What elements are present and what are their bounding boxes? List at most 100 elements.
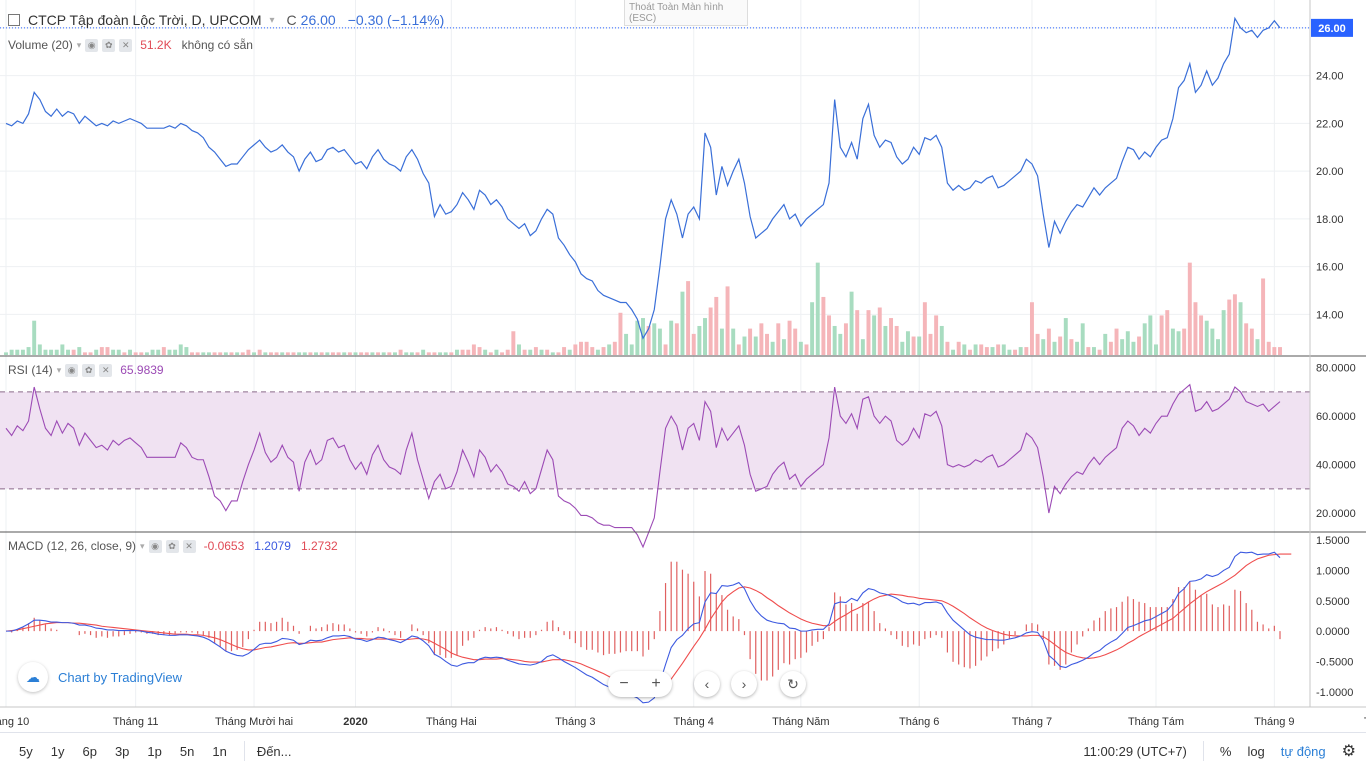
divider (1202, 741, 1204, 761)
minus-icon[interactable]: − (619, 675, 628, 693)
symbol-title[interactable]: CTCP Tập đoàn Lộc Trời, D, UPCOM (28, 12, 262, 28)
volume-bar (347, 352, 352, 355)
volume-bar (905, 331, 910, 355)
volume-bar (94, 349, 99, 355)
range-5y[interactable]: 5y (16, 742, 36, 761)
auto-scale-toggle[interactable]: tự động (1281, 744, 1326, 759)
close-icon[interactable]: ✕ (119, 38, 133, 52)
eye-icon[interactable]: ◉ (85, 38, 99, 52)
volume-bar (1120, 339, 1125, 355)
volume-bar (252, 352, 257, 355)
volume-bar (686, 281, 691, 355)
volume-bar (663, 344, 668, 355)
volume-bar (629, 344, 634, 355)
collapse-icon[interactable] (8, 14, 20, 26)
log-toggle[interactable]: log (1247, 744, 1264, 759)
x-tick-label: Tháng 7 (1012, 716, 1052, 728)
volume-bar (889, 318, 894, 355)
volume-bar (1165, 310, 1170, 355)
eye-icon[interactable]: ◉ (148, 539, 162, 553)
volume-bar (1232, 294, 1237, 355)
volume-bar (708, 307, 713, 355)
volume-bar (392, 352, 397, 355)
range-6m[interactable]: 6p (79, 742, 99, 761)
dropdown-icon[interactable]: ▾ (57, 365, 62, 376)
range-1d[interactable]: 1n (209, 742, 229, 761)
volume-bar (1131, 341, 1136, 355)
rsi-label[interactable]: RSI (14) (8, 363, 53, 377)
reset-icon[interactable]: ↻ (780, 671, 806, 697)
tradingview-brand[interactable]: ☁ Chart by TradingView (18, 662, 182, 692)
volume-bar (1210, 328, 1215, 355)
volume-bar (714, 296, 719, 355)
volume-bar (855, 310, 860, 355)
volume-bar (449, 352, 454, 355)
chevron-left-icon[interactable]: ‹ (694, 671, 720, 697)
goto-button[interactable]: Đến... (257, 744, 292, 759)
tradingview-logo-icon: ☁ (18, 662, 48, 692)
gear-icon[interactable]: ✿ (165, 539, 179, 553)
gear-icon[interactable]: ⚙ (1342, 741, 1356, 761)
volume-bar (483, 349, 488, 355)
volume-bar (533, 347, 538, 355)
range-5d[interactable]: 5n (177, 742, 197, 761)
volume-bar (1075, 341, 1080, 355)
right-tools: 11:00:29 (UTC+7) % log tự động ⚙ (1083, 733, 1356, 769)
volume-bar (539, 349, 544, 355)
volume-bar (466, 349, 471, 355)
range-1y[interactable]: 1y (48, 742, 68, 761)
dropdown-icon[interactable]: ▾ (77, 40, 82, 51)
range-1m[interactable]: 1p (144, 742, 164, 761)
volume-bar (195, 352, 200, 355)
volume-bar (505, 349, 510, 355)
volume-bar (122, 352, 127, 355)
y-tick-label: 20.00 (1316, 166, 1344, 178)
volume-bar (1069, 339, 1074, 355)
volume-bar (1013, 349, 1018, 355)
percent-toggle[interactable]: % (1220, 744, 1232, 759)
volume-bar (212, 352, 217, 355)
volume-bar (556, 352, 561, 355)
zoom-controls: − + (608, 671, 672, 697)
eye-icon[interactable]: ◉ (65, 363, 79, 377)
gear-icon[interactable]: ✿ (82, 363, 96, 377)
volume-bar (144, 352, 149, 355)
volume-bar (736, 344, 741, 355)
volume-bar (1052, 341, 1057, 355)
macd-label[interactable]: MACD (12, 26, close, 9) (8, 539, 136, 553)
volume-bar (500, 352, 505, 355)
volume-label[interactable]: Volume (20) (8, 38, 73, 52)
plus-icon[interactable]: + (651, 675, 660, 693)
volume-bar (336, 352, 341, 355)
volume-bar (612, 341, 617, 355)
macd-hist-value: -0.0653 (203, 539, 245, 553)
exit-fullscreen-tip[interactable]: Thoát Toàn Màn hình (ESC) (624, 0, 748, 26)
chart-canvas[interactable]: Tháng 10 Tháng 11 Tháng Mười hai 2020 Tháng … (0, 0, 1366, 732)
divider (243, 741, 245, 761)
volume-bar (838, 333, 843, 355)
macd-tick-label: 1.0000 (1316, 565, 1350, 577)
x-tick-label: Tháng Tám (1128, 716, 1184, 728)
volume-bar (1063, 318, 1068, 355)
volume-bar (60, 344, 65, 355)
dropdown-icon[interactable]: ▾ (140, 541, 145, 552)
volume-bar (990, 347, 995, 355)
volume-bar (246, 349, 251, 355)
gear-icon[interactable]: ✿ (102, 38, 116, 52)
range-3m[interactable]: 3p (112, 742, 132, 761)
volume-bar (810, 302, 815, 355)
close-icon[interactable]: ✕ (99, 363, 113, 377)
volume-bar (956, 341, 961, 355)
macd-tick-label: 0.5000 (1316, 596, 1350, 608)
volume-bar (404, 352, 409, 355)
dropdown-icon[interactable]: ▾ (270, 15, 275, 26)
volume-bar (1097, 349, 1102, 355)
volume-value: 51.2K (140, 38, 172, 52)
chevron-right-icon[interactable]: › (731, 671, 757, 697)
exit-fullscreen-key: (ESC) (629, 13, 657, 24)
close-icon[interactable]: ✕ (182, 539, 196, 553)
volume-bar (488, 352, 493, 355)
clock-time[interactable]: 11:00:29 (UTC+7) (1083, 744, 1186, 759)
volume-bar (601, 347, 606, 355)
volume-bar (843, 323, 848, 355)
